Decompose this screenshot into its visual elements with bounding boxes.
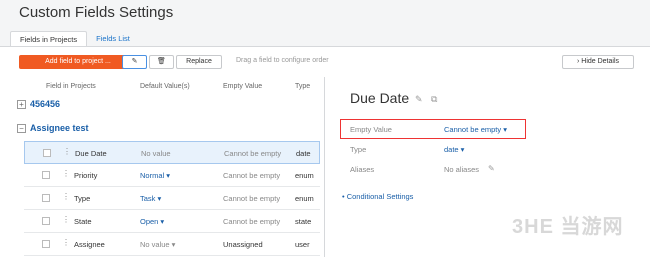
field-type: enum <box>295 194 314 203</box>
watermark: 3HE 当游网 <box>512 216 624 238</box>
aliases-value: No aliases <box>444 165 480 174</box>
empty-value: Cannot be empty <box>223 171 281 180</box>
project-name[interactable]: 456456 <box>30 99 60 109</box>
row-checkbox[interactable] <box>43 149 51 157</box>
empty-value: Cannot be empty <box>224 149 282 158</box>
row-checkbox[interactable] <box>42 240 50 248</box>
row-checkbox[interactable] <box>42 171 50 179</box>
delete-button[interactable]: 🗑 <box>149 55 174 69</box>
table-header: Field in Projects Default Value(s) Empty… <box>10 80 320 94</box>
empty-value: Cannot be empty <box>223 217 281 226</box>
drag-handle-icon[interactable]: ⋮ <box>62 192 70 201</box>
drag-handle-icon[interactable]: ⋮ <box>63 147 71 156</box>
header-empty: Empty Value <box>223 83 263 90</box>
hide-details-label: Hide Details <box>581 58 620 65</box>
drag-handle-icon[interactable]: ⋮ <box>62 169 70 178</box>
project-group[interactable]: + 456456 <box>10 95 320 115</box>
header-default: Default Value(s) <box>140 83 190 90</box>
empty-value-label: Empty Value <box>350 125 392 134</box>
hide-details-button[interactable]: › Hide Details <box>562 55 634 69</box>
field-type: enum <box>295 171 314 180</box>
field-name: State <box>74 217 92 226</box>
table-row[interactable]: ⋮ Due Date No value Cannot be empty date <box>24 141 320 164</box>
table-row[interactable]: ⋮ Type Task ▾ Cannot be empty enum <box>24 187 320 210</box>
drag-handle-icon[interactable]: ⋮ <box>62 238 70 247</box>
expand-icon[interactable]: + <box>17 100 26 109</box>
pencil-icon[interactable]: ✎ <box>415 94 423 105</box>
tab-bar: Fields in Projects Fields List <box>10 31 139 47</box>
conditional-settings-label: Conditional Settings <box>346 192 414 201</box>
empty-value: Unassigned <box>223 240 263 249</box>
details-title: Due Date <box>350 90 410 106</box>
trash-icon: 🗑 <box>157 58 166 65</box>
project-name[interactable]: Assignee test <box>30 123 89 133</box>
empty-value: Cannot be empty <box>223 194 281 203</box>
pencil-icon: ✎ <box>131 58 138 65</box>
type-label: Type <box>350 145 367 154</box>
table-row[interactable]: ⋮ Priority Normal ▾ Cannot be empty enum <box>24 164 320 187</box>
collapse-icon[interactable]: − <box>17 124 26 133</box>
pencil-icon[interactable]: ✎ <box>488 164 495 173</box>
default-value-dropdown[interactable]: Task ▾ <box>140 194 161 203</box>
drag-hint: Drag a field to configure order <box>236 57 329 64</box>
add-field-button[interactable]: Add field to project ... <box>19 55 137 69</box>
type-dropdown[interactable]: date ▾ <box>444 145 464 154</box>
default-value-dropdown[interactable]: No value ▾ <box>140 240 175 249</box>
page-title: Custom Fields Settings <box>19 4 174 21</box>
field-type: date <box>296 149 311 158</box>
default-value-dropdown[interactable]: Normal ▾ <box>140 171 170 180</box>
tab-fields-in-projects[interactable]: Fields in Projects <box>10 31 88 47</box>
field-name: Type <box>74 194 91 203</box>
field-type: user <box>295 240 310 249</box>
field-name: Due Date <box>75 149 107 158</box>
empty-value-dropdown[interactable]: Cannot be empty ▾ <box>444 125 507 134</box>
field-name: Priority <box>74 171 98 180</box>
row-checkbox[interactable] <box>42 217 50 225</box>
replace-button[interactable]: Replace <box>176 55 222 69</box>
default-value: No value <box>141 149 171 158</box>
tab-fields-list[interactable]: Fields List <box>87 31 139 47</box>
aliases-label: Aliases <box>350 165 375 174</box>
field-name: Assignee <box>74 240 105 249</box>
row-checkbox[interactable] <box>42 194 50 202</box>
default-value-dropdown[interactable]: Open ▾ <box>140 217 164 226</box>
edit-button[interactable]: ✎ <box>122 55 147 69</box>
drag-handle-icon[interactable]: ⋮ <box>62 215 70 224</box>
conditional-settings-link[interactable]: • Conditional Settings <box>342 192 413 201</box>
copy-icon[interactable]: ⧉ <box>431 94 437 105</box>
header-field: Field in Projects <box>46 83 96 90</box>
project-group[interactable]: − Assignee test <box>10 119 320 139</box>
header-type: Type <box>295 83 311 90</box>
table-row[interactable]: ⋮ Assignee No value ▾ Unassigned user <box>24 233 320 256</box>
field-type: state <box>295 217 312 226</box>
table-row[interactable]: ⋮ State Open ▾ Cannot be empty state <box>24 210 320 233</box>
